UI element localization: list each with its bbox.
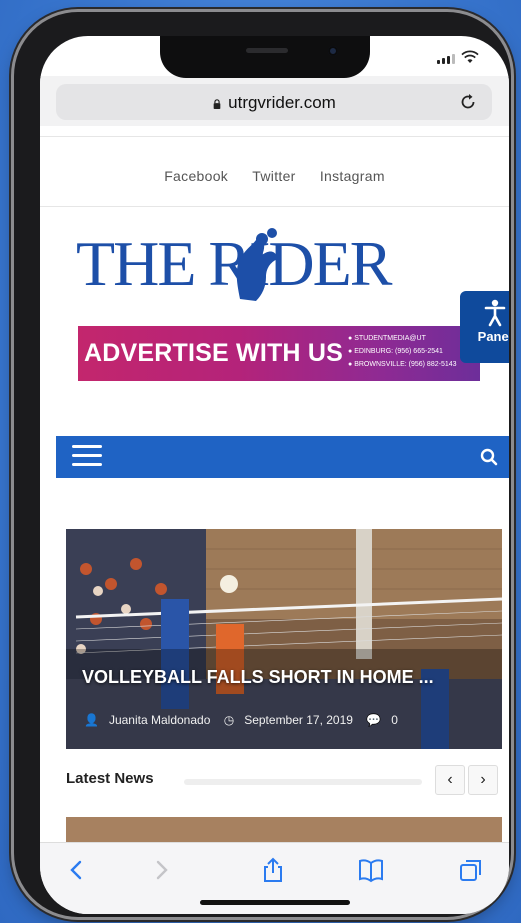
accessibility-panel-button[interactable]: Panel: [460, 291, 509, 363]
url-display[interactable]: utrgvrider.com: [56, 93, 492, 113]
back-icon[interactable]: [64, 857, 90, 883]
phone-frame: utrgvrider.com Facebook Twitter Instagra…: [14, 12, 511, 917]
panel-label: Panel: [477, 329, 509, 344]
advert-contacts: STUDENTMEDIA@UT EDINBURG: (956) 665-2541…: [348, 332, 457, 371]
featured-author[interactable]: Juanita Maldonado: [109, 713, 210, 727]
browser-header: utrgvrider.com: [40, 76, 509, 126]
clock-icon: ◷: [223, 713, 235, 727]
home-indicator[interactable]: [200, 900, 350, 905]
divider: [40, 206, 509, 207]
latest-news-label: Latest News: [66, 770, 154, 787]
forward-icon[interactable]: [148, 857, 174, 883]
status-icons: [437, 50, 479, 64]
wifi-icon: [461, 50, 479, 63]
divider: [40, 136, 509, 137]
address-bar[interactable]: utrgvrider.com: [56, 84, 492, 120]
phone-screen: utrgvrider.com Facebook Twitter Instagra…: [40, 36, 509, 914]
advert-title: ADVERTISE WITH US: [84, 339, 343, 367]
site-logo[interactable]: THE RIDER: [76, 221, 476, 301]
bookmarks-icon[interactable]: [358, 857, 384, 883]
tabs-icon[interactable]: [458, 857, 484, 883]
featured-meta: 👤 Juanita Maldonado ◷ September 17, 2019 💬…: [84, 713, 408, 727]
featured-date: September 17, 2019: [244, 713, 353, 727]
featured-article[interactable]: VOLLEYBALL FALLS SHORT IN HOME ... 👤 Juan…: [66, 529, 502, 749]
search-icon[interactable]: [480, 448, 498, 466]
camera: [328, 46, 338, 56]
accessibility-icon: [484, 299, 506, 327]
social-link-facebook[interactable]: Facebook: [164, 168, 228, 184]
logo-text: THE RIDER: [76, 228, 393, 299]
main-nav-bar: [56, 436, 509, 478]
latest-next-button[interactable]: ›: [468, 765, 498, 795]
social-links: Facebook Twitter Instagram: [40, 168, 509, 184]
reload-icon[interactable]: [458, 92, 478, 112]
latest-news-ticker: [184, 779, 422, 785]
notch: [160, 36, 370, 78]
author-icon: 👤: [84, 713, 99, 727]
advert-contact-email: STUDENTMEDIA@UT: [348, 332, 457, 345]
latest-prev-button[interactable]: ‹: [435, 765, 465, 795]
advert-contact-brownsville: BROWNSVILLE: (956) 882-5143: [348, 358, 456, 371]
advertise-banner[interactable]: ADVERTISE WITH US STUDENTMEDIA@UT EDINBU…: [78, 326, 480, 381]
social-link-instagram[interactable]: Instagram: [320, 168, 385, 184]
social-link-twitter[interactable]: Twitter: [252, 168, 295, 184]
share-icon[interactable]: [260, 857, 286, 883]
featured-comments[interactable]: 0: [391, 713, 398, 727]
advert-contact-edinburg: EDINBURG: (956) 665-2541: [348, 345, 457, 358]
menu-icon[interactable]: [72, 445, 102, 469]
featured-headline[interactable]: VOLLEYBALL FALLS SHORT IN HOME ...: [82, 667, 434, 688]
url-text: utrgvrider.com: [228, 93, 336, 112]
lock-icon: [213, 98, 221, 109]
speaker: [246, 48, 288, 53]
signal-icon: [437, 54, 455, 64]
comment-icon: 💬: [366, 713, 382, 727]
